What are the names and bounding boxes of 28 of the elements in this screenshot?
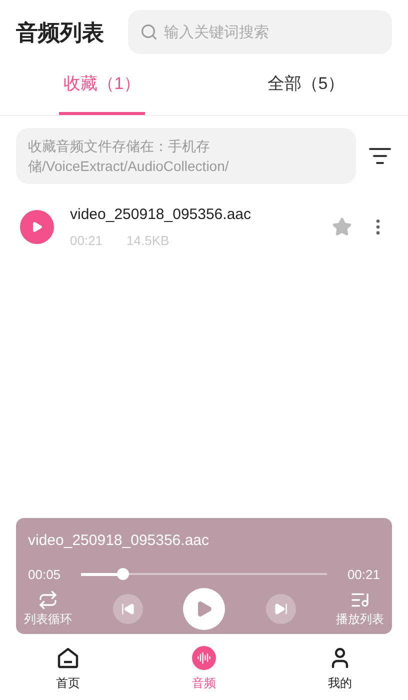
repeat-icon	[38, 590, 58, 610]
tab[interactable]: 全部（5）	[263, 56, 349, 115]
home-icon	[56, 646, 80, 670]
file-name: video_250918_095356.aac	[70, 205, 252, 225]
nav-item[interactable]: 音频	[192, 646, 216, 692]
star-icon[interactable]	[332, 217, 352, 237]
nav-item[interactable]: 我的	[328, 646, 352, 692]
track-title: video_250918_095356.aac	[27, 531, 210, 551]
play-icon	[195, 600, 213, 618]
progress-slider[interactable]	[80, 568, 328, 580]
storage-note: 收藏音频文件存储在：手机存储/VoiceExtract/AudioCollection/	[16, 128, 356, 184]
skip-forward-icon	[274, 602, 288, 616]
elapsed-time: 00:05	[28, 566, 61, 584]
previous-button[interactable]	[112, 594, 142, 624]
play-pause-button[interactable]	[183, 588, 225, 630]
tab[interactable]: 收藏（1）	[59, 56, 145, 115]
nav-item[interactable]: 首页	[56, 646, 80, 692]
page-title: 音频列表	[16, 18, 104, 46]
repeat-mode-button[interactable]: 列表循环	[24, 590, 72, 628]
search-field[interactable]: 输入关键词搜索	[128, 10, 392, 54]
next-button[interactable]	[266, 594, 296, 624]
total-time: 00:21	[347, 566, 380, 584]
skip-back-icon	[120, 602, 134, 616]
search-icon	[140, 23, 158, 41]
play-icon	[31, 221, 43, 233]
audio-wave-icon	[192, 646, 216, 670]
playlist-button[interactable]: 播放列表	[336, 590, 384, 628]
play-button[interactable]	[20, 210, 54, 244]
